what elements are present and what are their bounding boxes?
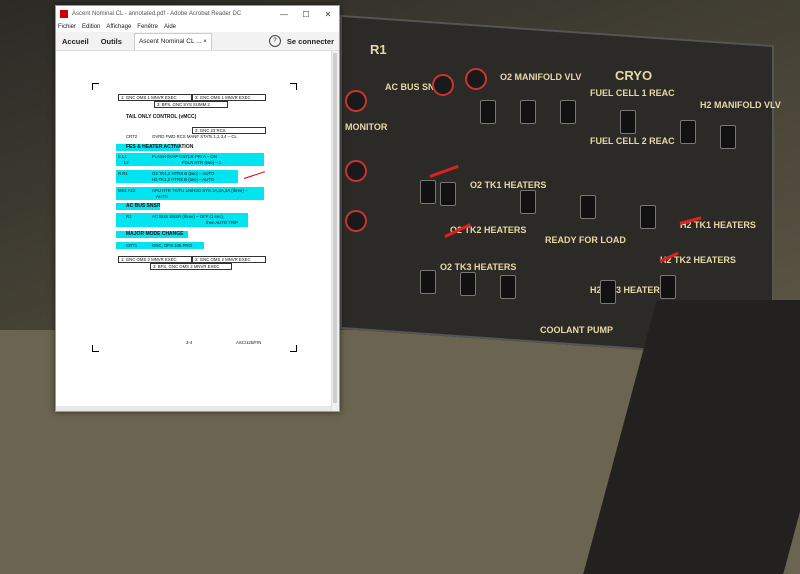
toggle-switch [460, 272, 476, 296]
section-title: MAJOR MODE CHANGE [126, 231, 184, 237]
toggle-switch [640, 205, 656, 229]
panel-label-fuel-cell-1: FUEL CELL 1 REAC [590, 88, 675, 98]
step-label: L2 [124, 160, 129, 165]
menu-edition[interactable]: Edition [82, 24, 100, 30]
panel-label-r1: R1 [370, 42, 387, 57]
crop-mark [92, 83, 99, 90]
tab-document[interactable]: Ascent Nominal CL ... × [133, 32, 212, 50]
toggle-switch [720, 125, 736, 149]
toolbar: Accueil Outils Ascent Nominal CL ... × ?… [56, 32, 339, 51]
red-arrow-annotation [243, 171, 266, 179]
step-text: O2 TK1,2 HTRS B (two) – AUTO [152, 171, 215, 176]
tab-tools[interactable]: Outils [95, 37, 128, 46]
section-title: TAIL ONLY CONTROL (vMCC) [126, 114, 197, 120]
menu-fenetre[interactable]: Fenêtre [137, 24, 158, 30]
panel-label-o2-tk1: O2 TK1 HEATERS [470, 180, 547, 190]
step-label: R R1 [118, 171, 128, 176]
maximize-button[interactable]: ☐ [295, 10, 317, 19]
panel-label-h2-manifold: H2 MANIFOLD VLV [700, 100, 781, 110]
menu-aide[interactable]: Aide [164, 24, 176, 30]
toggle-switch [420, 270, 436, 294]
document-page[interactable]: 1: GNC OMS 1 MNVR EXEC 2: GNC OMS 1 MNVR… [56, 51, 332, 411]
help-icon[interactable]: ? [268, 35, 281, 47]
toggle-switch [440, 182, 456, 206]
horizontal-scrollbar[interactable] [56, 406, 332, 411]
step-text: APU HTR TK/FU LN/H2O SYS 1A,2A,3A (three… [152, 188, 248, 193]
title-bar: Ascent Nominal CL - annotated.pdf - Adob… [56, 6, 339, 22]
section-title: FES & HEATER ACTIVATION [126, 144, 194, 150]
sign-in-button[interactable]: Se connecter [287, 37, 334, 46]
panel-label-o2-manifold: O2 MANIFOLD VLV [500, 72, 582, 82]
toggle-switch [580, 195, 596, 219]
step-text: FDLN HTR (two) – 1 [182, 160, 222, 165]
step-label: CRT1 [126, 243, 138, 248]
toggle-switch [520, 100, 536, 124]
panel-label-o2-tk3: O2 TK3 HEATERS [440, 262, 517, 272]
page-number: 3-4 [186, 340, 193, 345]
crt-box: 3: BFS, GNC OMS 2 MNVR EXEC [150, 263, 232, 270]
menu-fichier[interactable]: Fichier [58, 24, 76, 30]
crt-box: 2: GNC OMS 2 MNVR EXEC [192, 256, 266, 263]
toggle-switch [520, 190, 536, 214]
rotary-knob [345, 160, 367, 182]
step-label: C L1 [118, 154, 128, 159]
step-text: H2 TK1,2 HTRS B (two) – AUTO [152, 177, 215, 182]
panel-label-ready-for-load: READY FOR LOAD [545, 235, 626, 245]
page-code: ASC/125/FIN [236, 340, 262, 345]
panel-label-monitor: MONITOR [345, 122, 388, 132]
crop-mark [290, 83, 297, 90]
vertical-scrollbar[interactable] [331, 51, 339, 411]
step-text: GNC, OPS 105 PRO [152, 243, 192, 248]
panel-label-fuel-cell-2: FUEL CELL 2 REAC [590, 136, 675, 146]
close-button[interactable]: ✕ [317, 10, 339, 19]
acrobat-window: Ascent Nominal CL - annotated.pdf - Adob… [55, 5, 340, 412]
rotary-knob [345, 210, 367, 232]
toggle-switch [500, 275, 516, 299]
panel-label-coolant-pump: COOLANT PUMP [540, 325, 613, 335]
crt-box: 3: GNC 23 RCS [192, 127, 266, 134]
toggle-switch [480, 100, 496, 124]
step-text: then AUTO TRIP [206, 220, 239, 225]
crt-box: 3: BFS, GNC SYS SUMM 2 [154, 101, 228, 108]
crop-mark [92, 345, 99, 352]
step-text: AUTO [156, 194, 168, 199]
section-title: AC BUS SNSR [126, 203, 161, 209]
step-text: OVRD FWD RCS MANF STATs 1,2,3,4 – CL [152, 134, 237, 139]
menu-bar: Fichier Edition Affichage Fenêtre Aide [56, 22, 339, 32]
step-text: AC BUS SNSR (three) – OFF (1 sec), [152, 214, 224, 219]
rotary-knob [345, 90, 367, 112]
toggle-switch [660, 275, 676, 299]
tab-home[interactable]: Accueil [56, 37, 95, 46]
crt-box: 2: GNC OMS 1 MNVR EXEC [192, 94, 266, 101]
menu-affichage[interactable]: Affichage [106, 24, 131, 30]
step-label: MS1 A12 [118, 188, 136, 193]
rotary-knob [465, 68, 487, 90]
minimize-button[interactable]: — [273, 10, 295, 19]
toggle-switch [680, 120, 696, 144]
crop-mark [290, 345, 297, 352]
close-tab-icon[interactable]: × [203, 38, 207, 45]
crt-box: 1: GNC OMS 2 MNVR EXEC [118, 256, 192, 263]
step-text: FLASH EVAP CNTLR PRI A – ON [152, 154, 217, 159]
toggle-switch [620, 110, 636, 134]
step-label: CRT2 [126, 134, 138, 139]
toggle-switch [600, 280, 616, 304]
step-label: R1 [126, 214, 132, 219]
document-tab-label: Ascent Nominal CL ... [138, 38, 202, 45]
toggle-switch [560, 100, 576, 124]
window-title: Ascent Nominal CL - annotated.pdf - Adob… [72, 11, 242, 17]
rotary-knob [432, 74, 454, 96]
panel-label-cryo: CRYO [615, 68, 653, 83]
crt-box: 1: GNC OMS 1 MNVR EXEC [118, 94, 192, 101]
acrobat-icon [60, 10, 68, 18]
scroll-thumb[interactable] [333, 53, 337, 403]
toggle-switch [420, 180, 436, 204]
